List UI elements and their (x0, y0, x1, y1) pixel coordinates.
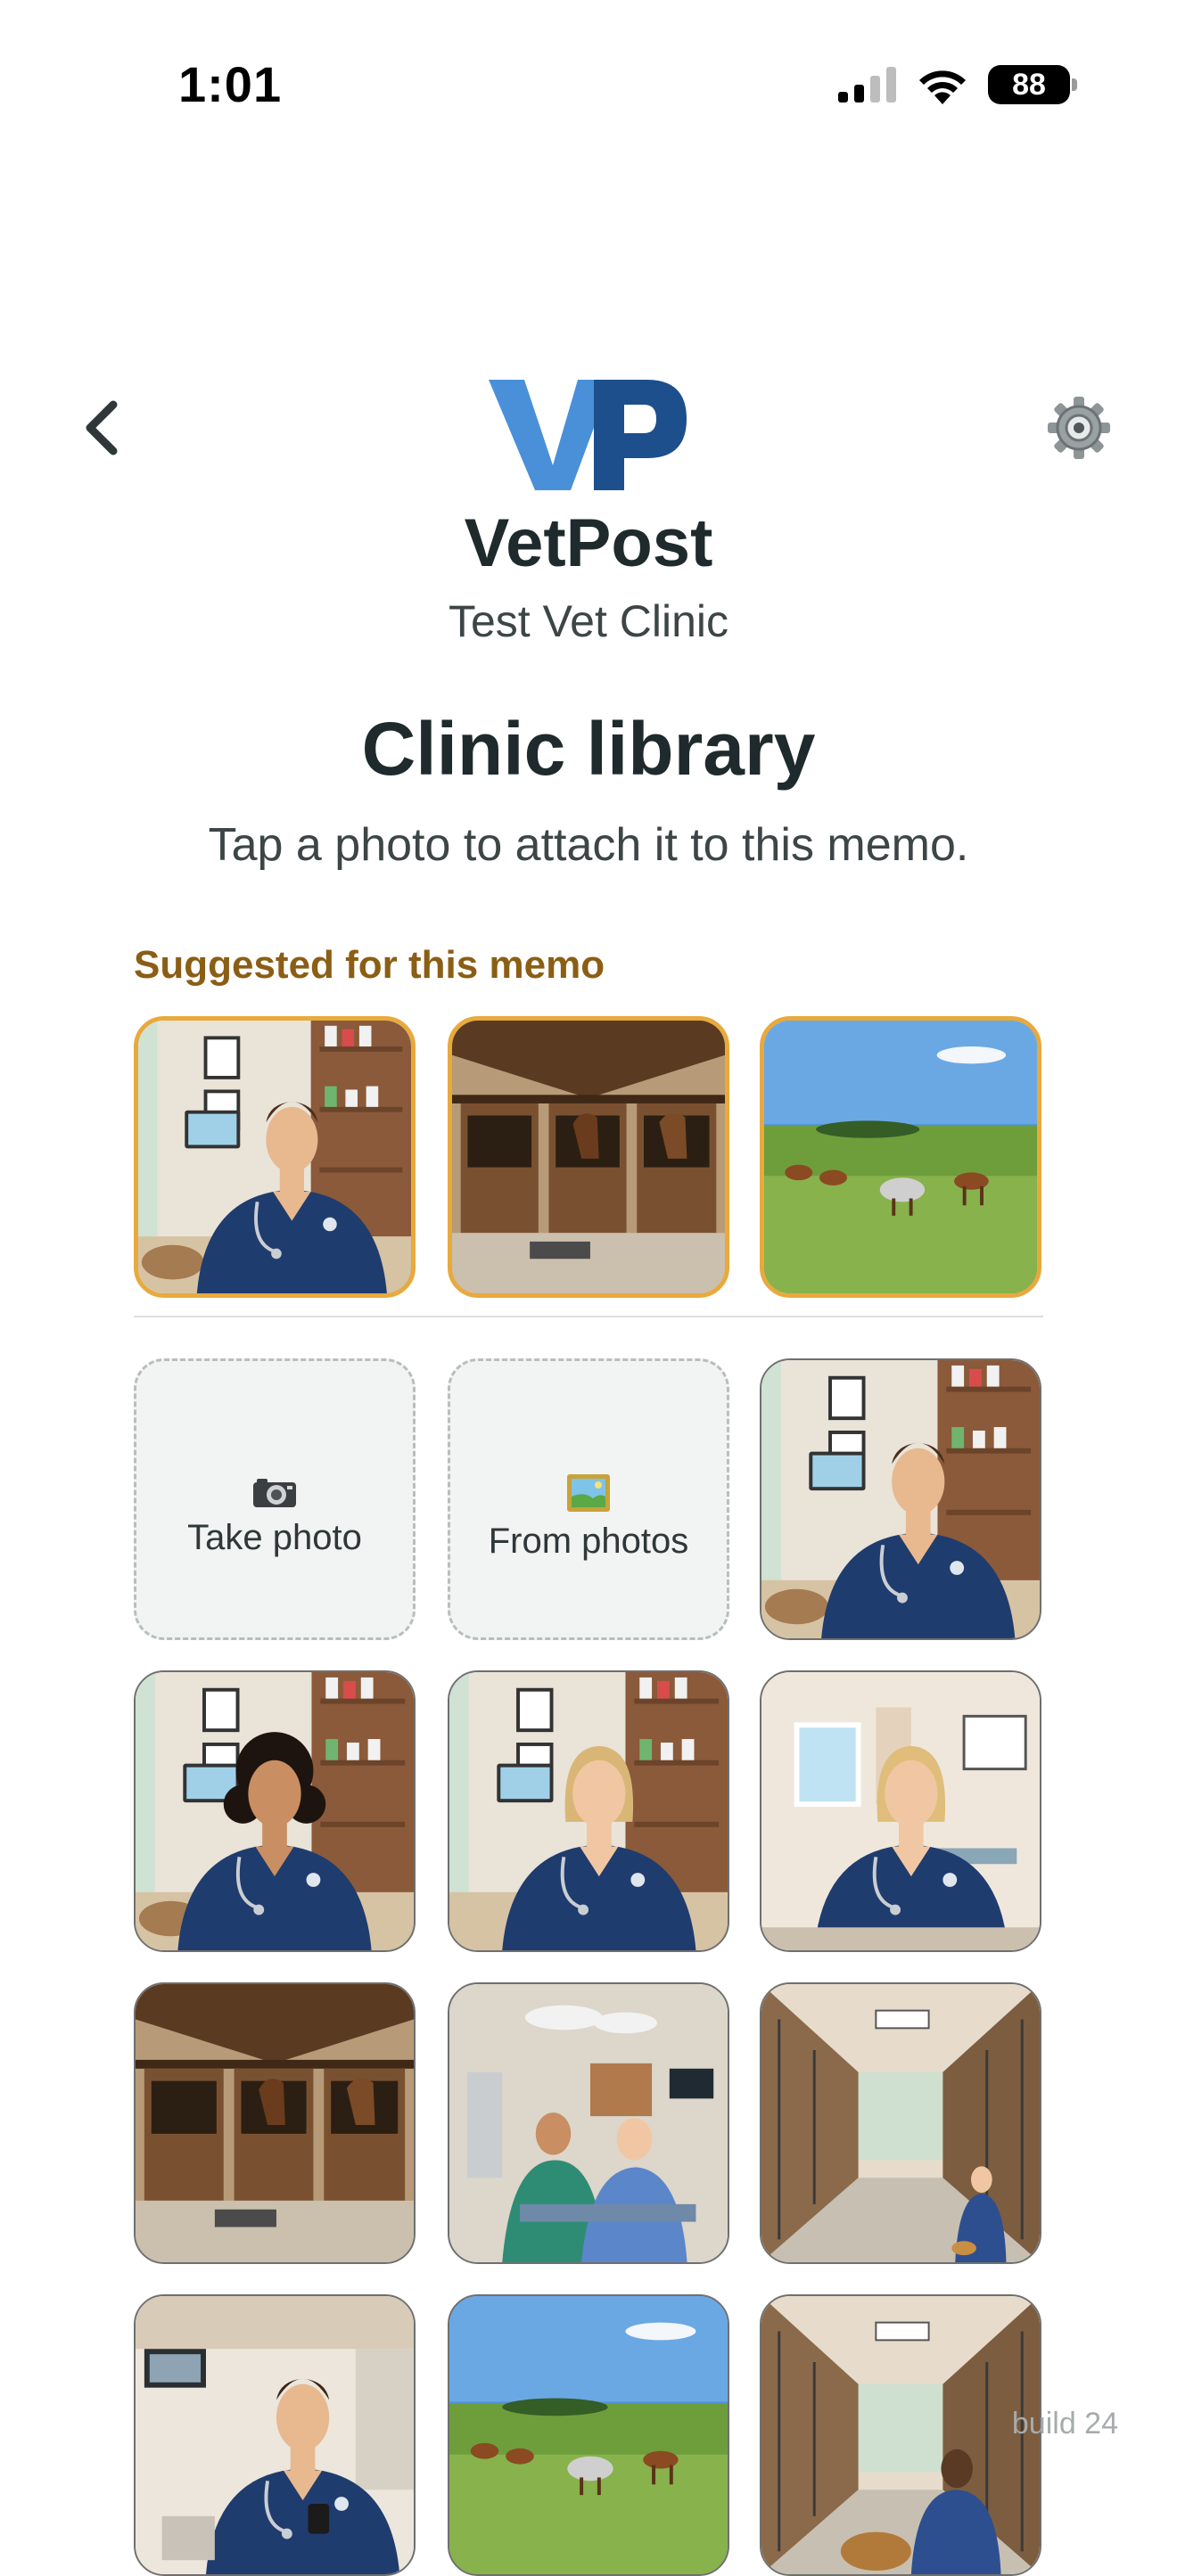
suggested-photo[interactable] (134, 1016, 416, 1298)
library-photo[interactable] (448, 2294, 729, 2576)
suggested-section-label: Suggested for this memo (134, 943, 605, 987)
photo-thumbnail (761, 1984, 1040, 2262)
photo-thumbnail (136, 2296, 414, 2574)
take-photo-label: Take photo (187, 1517, 362, 1557)
photo-thumbnail (764, 1021, 1037, 1293)
photo-thumbnail (449, 1984, 728, 2262)
wifi-icon (919, 70, 966, 104)
take-photo-button[interactable]: Take photo (134, 1358, 416, 1640)
photo-thumbnail (138, 1021, 411, 1293)
from-photos-label: From photos (488, 1521, 689, 1561)
photo-thumbnail (136, 1984, 414, 2262)
cellular-signal-icon (838, 67, 896, 103)
photo-thumbnail (136, 1672, 414, 1950)
library-photo[interactable] (760, 1670, 1041, 1952)
photo-thumbnail (452, 1021, 725, 1293)
photo-thumbnail (761, 1672, 1040, 1950)
library-photo[interactable] (134, 1982, 416, 2264)
library-photo[interactable] (134, 2294, 416, 2576)
photo-thumbnail (449, 1672, 728, 1950)
status-time: 1:01 (178, 56, 283, 112)
page-subtitle: Tap a photo to attach it to this memo. (208, 819, 969, 871)
library-photo[interactable] (760, 2294, 1041, 2576)
from-photos-button[interactable]: From photos (448, 1358, 729, 1640)
chevron-left-icon (86, 400, 118, 455)
clinic-name: Test Vet Clinic (448, 596, 728, 646)
photo-thumbnail (761, 1360, 1040, 1638)
camera-icon (253, 1478, 296, 1507)
library-photo[interactable] (448, 1670, 729, 1952)
back-button[interactable] (70, 392, 132, 464)
suggested-photo[interactable] (448, 1016, 729, 1298)
build-label: build 24 (1011, 2407, 1118, 2441)
photo-thumbnail (761, 2296, 1040, 2574)
library-photo[interactable] (448, 1982, 729, 2264)
suggested-photo[interactable] (760, 1016, 1041, 1298)
library-photo[interactable] (134, 1670, 416, 1952)
section-divider (134, 1316, 1043, 1317)
status-icons: 88 (838, 64, 1077, 105)
battery-icon: 88 (988, 65, 1077, 104)
photo-thumbnail (449, 2296, 728, 2574)
vetpost-logo (489, 380, 687, 490)
page-title: Clinic library (361, 707, 816, 791)
library-photo[interactable] (760, 1358, 1041, 1640)
picture-icon (567, 1473, 610, 1512)
settings-button[interactable] (1043, 392, 1115, 464)
app-name: VetPost (464, 505, 713, 581)
library-photo[interactable] (760, 1982, 1041, 2264)
gear-icon (1048, 397, 1110, 459)
